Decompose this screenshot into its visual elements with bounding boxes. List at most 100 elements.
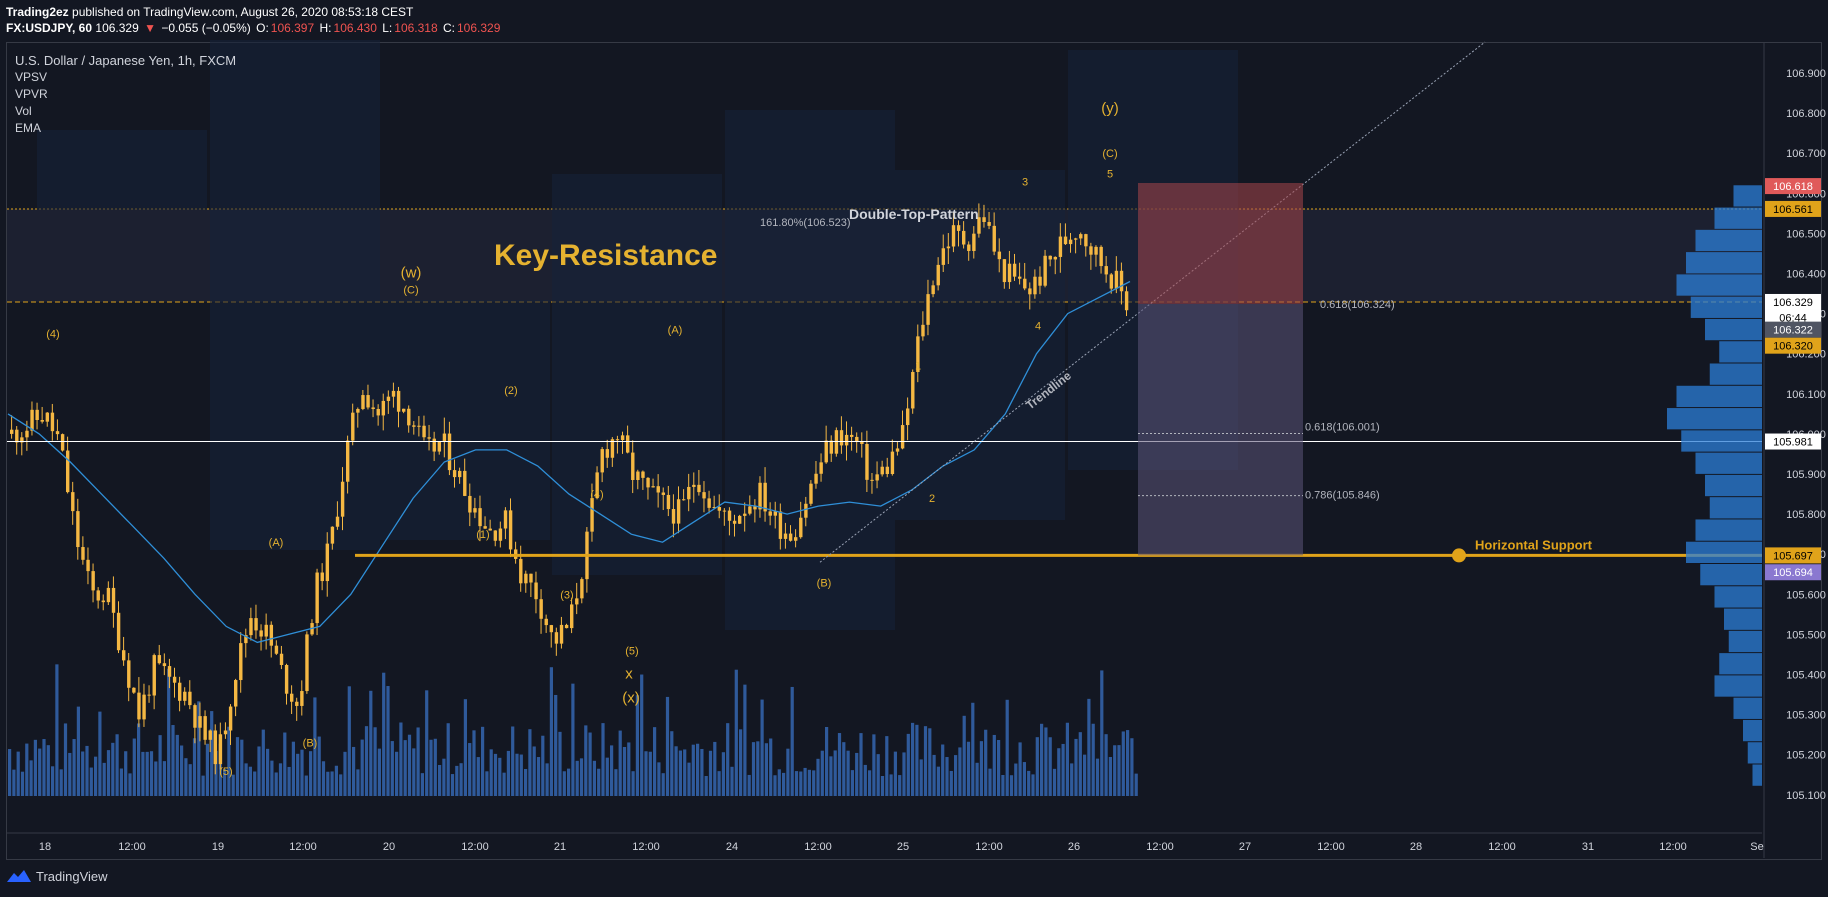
candle-body — [239, 643, 243, 681]
wave-label: (B) — [303, 738, 318, 750]
volume-bar — [1126, 730, 1130, 796]
candle-body — [1053, 256, 1058, 260]
volume-bar — [519, 754, 523, 796]
candle-body — [666, 494, 671, 510]
volume-bar — [132, 738, 136, 796]
volume-bar — [481, 726, 485, 796]
candle-body — [1104, 266, 1108, 275]
candle-body — [25, 430, 29, 438]
candle-body — [305, 634, 309, 692]
volume-bar — [515, 753, 519, 796]
vpvr-bar — [1728, 630, 1762, 653]
fib-0618-top-label: 0.618(106.324) — [1320, 299, 1395, 311]
volume-bar — [51, 766, 55, 796]
time-axis-tick: Se — [1750, 841, 1763, 853]
candle-body — [692, 484, 696, 487]
volume-bar — [1040, 723, 1044, 796]
volume-bar — [369, 690, 373, 796]
legend-indicator-vpsv[interactable]: VPSV — [15, 69, 236, 86]
candle-body — [570, 604, 574, 629]
volume-bar — [880, 775, 885, 796]
tradingview-logo-icon[interactable] — [6, 868, 32, 884]
candle-body — [1109, 274, 1114, 289]
candle-body — [1124, 291, 1129, 311]
price-axis-marker-label: 106.561 — [1773, 204, 1813, 216]
volume-bar — [38, 748, 42, 796]
candle-body — [142, 694, 146, 720]
target-zone — [1138, 303, 1303, 556]
volume-bar — [756, 741, 760, 796]
candle-body — [1002, 259, 1007, 283]
volume-bar — [1027, 770, 1031, 796]
volume-bar — [485, 771, 489, 796]
candle-body — [274, 645, 279, 654]
volume-bar — [812, 770, 816, 796]
legend-indicator-vol[interactable]: Vol — [15, 103, 236, 120]
volume-bar — [678, 750, 682, 796]
candle-body — [1033, 276, 1037, 295]
volume-bar — [463, 699, 467, 796]
vpvr-bar — [1667, 408, 1762, 430]
volume-bar — [231, 774, 235, 796]
volume-bar — [395, 751, 399, 796]
legend-indicator-vpvr[interactable]: VPVR — [15, 86, 236, 103]
candle-body — [295, 701, 299, 706]
candle-body — [116, 612, 121, 651]
volume-bar — [1104, 734, 1108, 796]
candle-body — [193, 705, 197, 728]
price-chart[interactable]: Horizontal SupportTrendline0.618(106.324… — [0, 0, 1828, 897]
candle-body — [600, 449, 604, 473]
volume-bar — [1134, 773, 1138, 796]
candle-body — [45, 412, 50, 422]
volume-bar — [635, 695, 639, 796]
volume-bar — [524, 769, 528, 796]
volume-bar — [377, 748, 381, 796]
candle-body — [865, 443, 869, 480]
candle-body — [626, 435, 630, 453]
wave-degree-label: (x) — [622, 690, 640, 707]
candle-body — [66, 450, 70, 493]
wave-label: (5) — [625, 645, 638, 657]
volume-bar — [691, 744, 695, 796]
candle-body — [682, 499, 686, 501]
volume-bar — [618, 730, 622, 796]
volume-bar — [906, 733, 910, 796]
vpvr-bar — [1676, 274, 1762, 296]
candle-body — [1094, 246, 1098, 255]
candle-body — [122, 650, 126, 661]
volume-bar — [257, 746, 261, 796]
time-axis-tick: 12:00 — [118, 841, 146, 853]
candle-body — [605, 449, 610, 458]
candle-body — [50, 412, 55, 432]
candle-body — [330, 526, 335, 544]
volume-bar — [696, 743, 700, 796]
legend-indicator-ema[interactable]: EMA — [15, 120, 236, 137]
candle-body — [178, 682, 182, 701]
tradingview-brand[interactable]: TradingView — [36, 869, 108, 884]
volume-bar — [149, 751, 154, 796]
volume-bar — [468, 743, 472, 796]
candle-body — [824, 440, 828, 463]
volume-bar — [98, 711, 102, 796]
volume-bar — [730, 766, 734, 796]
vpvr-bar — [1714, 586, 1762, 608]
volume-bar — [687, 762, 691, 796]
candle-body — [1023, 278, 1027, 289]
candle-body — [519, 558, 523, 584]
legend-symbol-title[interactable]: U.S. Dollar / Japanese Yen, 1h, FXCM — [15, 52, 236, 69]
candle-body — [987, 222, 991, 226]
volume-bar — [1065, 722, 1069, 796]
wave-label: (5) — [219, 766, 232, 778]
volume-bar — [386, 686, 390, 796]
candle-body — [340, 481, 345, 517]
candle-body — [106, 587, 111, 603]
volume-bar — [962, 715, 966, 796]
candle-body — [463, 470, 467, 496]
candle-body — [396, 390, 401, 412]
time-axis-tick: 24 — [726, 841, 738, 853]
candle-body — [539, 599, 543, 619]
volume-bar — [751, 742, 756, 796]
wave-degree-label: (y) — [1101, 100, 1119, 117]
vpvr-bar — [1743, 719, 1762, 742]
volume-bar — [1014, 763, 1018, 796]
